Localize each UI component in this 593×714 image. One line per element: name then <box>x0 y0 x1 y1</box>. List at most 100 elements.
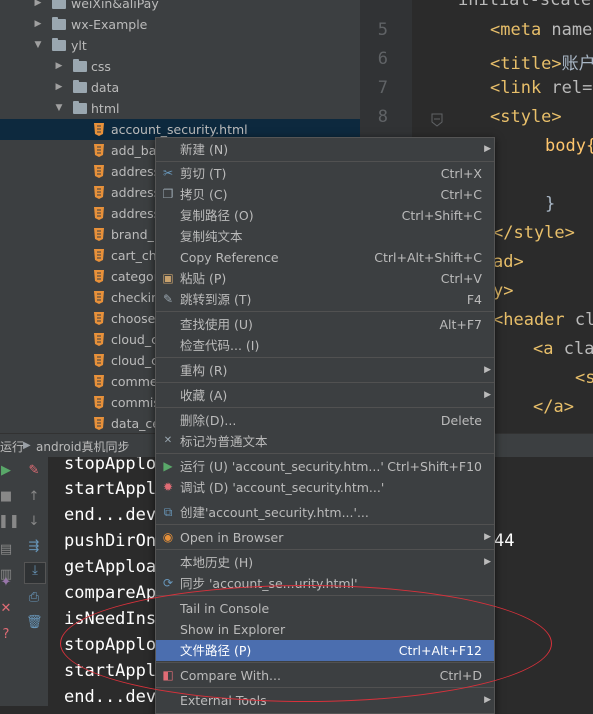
folder-icon <box>73 80 87 93</box>
menu-item-inspect-code[interactable]: 检查代码... (I) <box>156 335 494 356</box>
menu-item-jump-to-source[interactable]: ✎ 跳转到源 (T) F4 <box>156 289 494 310</box>
menu-item-label: 创建'account_security.htm...'... <box>180 505 369 520</box>
menu-item-refactor[interactable]: 重构 (R) ▶ <box>156 360 494 381</box>
menu-item-delete[interactable]: 删除(D)... Delete <box>156 410 494 431</box>
menu-item-label: 删除(D)... <box>180 413 237 428</box>
tree-item-folder[interactable]: ▶ css <box>0 56 360 77</box>
html5-file-icon <box>94 333 104 346</box>
menu-item-new[interactable]: 新建 (N) ▶ <box>156 139 494 160</box>
collapse-arrow-icon[interactable]: ▼ <box>33 35 43 56</box>
menu-item-label: 跳转到源 (T) <box>180 292 252 307</box>
code-line: <link rel= <box>490 78 592 98</box>
menu-item-find-usages[interactable]: 查找使用 (U) Alt+F7 <box>156 314 494 335</box>
html5-file-icon <box>94 123 104 136</box>
expand-arrow-icon[interactable]: ▶ <box>33 0 43 14</box>
close-icon[interactable]: ✕ <box>0 601 14 617</box>
console-line: stopApplo <box>64 457 157 474</box>
menu-item-mark-plain-text[interactable]: ✕ 标记为普通文本 <box>156 431 494 452</box>
scroll-to-end-icon[interactable]: ⤓ <box>24 562 46 584</box>
menu-item-copy-plain-text[interactable]: 复制纯文本 <box>156 226 494 247</box>
menu-item-debug[interactable]: ✹ 调试 (D) 'account_security.htm...' <box>156 477 494 498</box>
code-line: </a> <box>533 397 574 417</box>
settings-icon[interactable]: ✦ <box>0 575 14 591</box>
menu-shortcut: Ctrl+C <box>440 187 482 202</box>
tree-item-label: address <box>111 185 161 200</box>
menu-item-create-config[interactable]: ⧉ 创建'account_security.htm...'... <box>156 502 494 523</box>
code-tag: <link <box>490 78 552 98</box>
tree-item-label: address <box>111 206 161 221</box>
submenu-arrow-icon: ▶ <box>484 144 491 154</box>
layout-icon[interactable]: ▤ <box>0 542 14 558</box>
tree-item-folder[interactable]: ▼ html <box>0 98 360 119</box>
menu-item-paste[interactable]: ▣ 粘贴 (P) Ctrl+V <box>156 268 494 289</box>
menu-item-label: 拷贝 (C) <box>180 187 228 202</box>
menu-item-label: 调试 (D) 'account_security.htm...' <box>180 480 385 495</box>
scroll-down-icon[interactable]: ↓ <box>26 514 42 530</box>
html5-file-icon <box>94 291 104 304</box>
tree-item-folder[interactable]: ▶ weiXin&aliPay <box>0 0 360 14</box>
html5-file-icon <box>94 312 104 325</box>
code-line: <style> <box>490 107 562 127</box>
submenu-arrow-icon: ▶ <box>484 532 491 542</box>
menu-item-favorites[interactable]: 收藏 (A) ▶ <box>156 385 494 406</box>
expand-arrow-icon[interactable]: ▶ <box>54 56 64 77</box>
menu-item-label: Copy Reference <box>180 250 279 265</box>
tree-item-folder[interactable]: ▶ wx-Example <box>0 14 360 35</box>
help-icon[interactable]: ? <box>0 627 14 643</box>
tree-item-label: weiXin&aliPay <box>71 0 159 11</box>
code-attr: cl <box>574 310 593 330</box>
print-icon[interactable]: ⎙ <box>26 590 42 606</box>
menu-separator <box>156 524 494 525</box>
edit-config-icon[interactable]: ✎ <box>26 463 42 479</box>
menu-item-label: 检查代码... (I) <box>180 338 260 353</box>
menu-item-copy-path[interactable]: 复制路径 (O) Ctrl+Shift+C <box>156 205 494 226</box>
run-config-name[interactable]: android真机同步 <box>36 438 130 455</box>
menu-item-copy-reference[interactable]: Copy Reference Ctrl+Alt+Shift+C <box>156 247 494 268</box>
code-line: ad> <box>493 252 524 272</box>
menu-item-copy[interactable]: ❐ 拷贝 (C) Ctrl+C <box>156 184 494 205</box>
console-line: getApploa <box>64 557 157 577</box>
pause-icon[interactable]: ❚❚ <box>0 514 20 530</box>
menu-item-label: 粘贴 (P) <box>180 271 227 286</box>
tree-item-label: commis <box>111 395 160 410</box>
tree-item-folder[interactable]: ▶ data <box>0 77 360 98</box>
menu-item-cut[interactable]: ✂ 剪切 (T) Ctrl+X <box>156 163 494 184</box>
menu-item-open-in-browser[interactable]: ◉ Open in Browser ▶ <box>156 527 494 548</box>
folder-icon <box>73 101 87 114</box>
scroll-up-icon[interactable]: ↑ <box>26 489 42 505</box>
folder-icon <box>52 17 66 30</box>
console-line-tail: 44 <box>494 531 515 551</box>
menu-shortcut: Delete <box>440 413 482 428</box>
tree-item-label: html <box>91 101 120 116</box>
menu-item-label: 剪切 (T) <box>180 166 227 181</box>
expand-arrow-icon[interactable]: ▶ <box>54 77 64 98</box>
menu-item-label: 复制纯文本 <box>180 229 243 244</box>
menu-item-local-history[interactable]: 本地历史 (H) ▶ <box>156 552 494 573</box>
html5-file-icon <box>94 375 104 388</box>
soft-wrap-icon[interactable]: ⇶ <box>26 539 42 555</box>
html5-file-icon <box>94 165 104 178</box>
menu-separator <box>156 161 494 162</box>
copy-icon: ❐ <box>162 187 174 201</box>
expand-arrow-icon[interactable]: ▶ <box>33 14 43 35</box>
tree-item-folder[interactable]: ▼ ylt <box>0 35 360 56</box>
code-tag: <a <box>533 339 564 359</box>
menu-shortcut: Alt+F7 <box>439 317 482 332</box>
clear-all-icon[interactable]: 🗑 <box>26 615 43 631</box>
rerun-icon[interactable]: ▶ <box>0 463 14 479</box>
code-line: y> <box>493 281 514 301</box>
menu-separator <box>156 311 494 312</box>
menu-item-label: 运行 (U) 'account_security.htm...' <box>180 459 384 474</box>
tree-item-label: data_ce <box>111 416 160 431</box>
menu-separator <box>156 357 494 358</box>
run-toolbar: ▶ ✎ ■ ↑ ❚❚ ↓ ▤ ⇶ ▥ ⤓ ✦ ⎙ ✕ 🗑 ? <box>0 457 48 706</box>
tree-item-label: checkin <box>111 290 159 305</box>
submenu-arrow-icon: ▶ <box>484 390 491 400</box>
stop-icon[interactable]: ■ <box>0 489 14 505</box>
collapse-arrow-icon[interactable]: ▼ <box>54 98 64 119</box>
fold-marker-icon[interactable] <box>431 113 443 127</box>
menu-item-label: 重构 (R) <box>180 363 228 378</box>
code-line: <title>账户 <box>490 49 593 74</box>
console-line: startAppl <box>64 479 157 499</box>
menu-item-run[interactable]: ▶ 运行 (U) 'account_security.htm...' Ctrl+Sh… <box>156 456 494 477</box>
